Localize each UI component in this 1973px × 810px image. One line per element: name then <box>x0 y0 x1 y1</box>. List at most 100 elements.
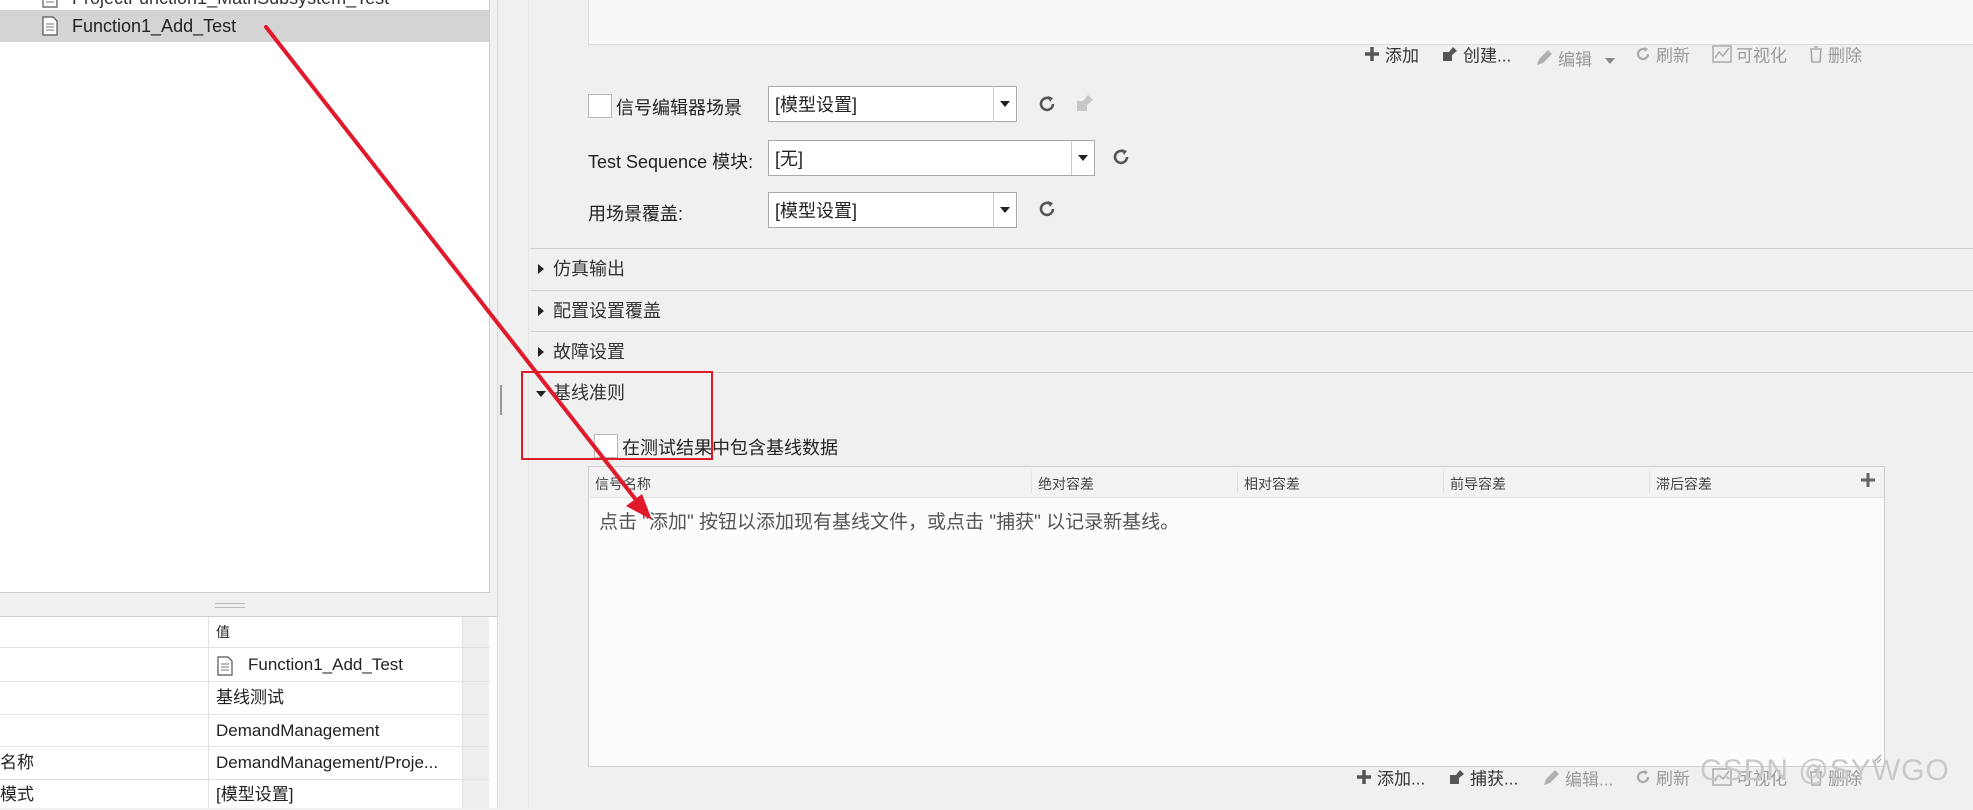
section-title: 故障设置 <box>553 342 625 362</box>
add-column-plus-icon[interactable] <box>1859 471 1877 492</box>
edit-label: 编辑... <box>1565 770 1614 790</box>
pencil-icon <box>1541 768 1561 794</box>
caret-right-icon <box>538 264 544 274</box>
pane-splitter-handle[interactable] <box>215 603 245 608</box>
property-value: 基线测试 <box>216 688 284 707</box>
column-divider <box>1237 471 1238 493</box>
property-row[interactable]: 名称 DemandManagement/Proje... <box>0 747 490 780</box>
inputs-list-box <box>588 0 1973 45</box>
column-header-rel-tol[interactable]: 相对容差 <box>1244 474 1300 494</box>
trash-icon <box>1808 45 1824 69</box>
delete-label: 删除 <box>1828 46 1862 66</box>
open-external-icon <box>1074 92 1096 119</box>
section-title: 配置设置覆盖 <box>553 301 661 321</box>
scenario-override-label: 用场景覆盖: <box>588 204 684 224</box>
visualize-label: 可视化 <box>1736 46 1787 66</box>
pencil-icon <box>1534 48 1554 74</box>
test-sequence-select[interactable]: [无] <box>768 140 1095 176</box>
tree-item-function1-add-test[interactable]: Function1_Add_Test <box>0 10 489 42</box>
refresh-icon <box>1634 768 1652 792</box>
scroll-spacer <box>462 715 489 746</box>
plus-icon <box>1355 768 1373 792</box>
column-header-lag-tol[interactable]: 滞后容差 <box>1656 474 1712 494</box>
baseline-capture-button[interactable]: 捕获... <box>1448 768 1518 790</box>
signal-editor-scenario-select[interactable]: [模型设置] <box>768 86 1017 122</box>
property-value: Function1_Add_Test <box>248 655 403 674</box>
watermark-text: CSDN @SYWGO <box>1700 754 1950 787</box>
property-value: [模型设置] <box>216 785 294 804</box>
property-row[interactable]: DemandManagement <box>0 715 490 747</box>
create-label: 创建... <box>1463 46 1512 66</box>
add-label: 添加 <box>1385 46 1419 66</box>
create-button[interactable]: 创建... <box>1441 45 1511 67</box>
baseline-table-header: 信号名称 绝对容差 相对容差 前导容差 滞后容差 <box>589 467 1884 498</box>
plus-icon <box>1363 45 1381 69</box>
select-value: [无] <box>775 149 804 169</box>
tree-item-label: Function1_Add_Test <box>72 16 237 36</box>
edit-dropdown-button[interactable]: 编辑 <box>1534 48 1615 70</box>
column-header-abs-tol[interactable]: 绝对容差 <box>1038 474 1094 494</box>
column-divider <box>1649 471 1650 493</box>
section-config-override[interactable]: 配置设置覆盖 <box>530 290 1973 331</box>
signal-editor-checkbox[interactable] <box>588 94 612 118</box>
property-value-header: 值 <box>216 624 230 640</box>
chevron-down-icon <box>993 87 1016 121</box>
baseline-refresh-button[interactable]: 刷新 <box>1634 768 1690 790</box>
property-row[interactable]: 基线测试 <box>0 682 490 715</box>
scenario-override-select[interactable]: [模型设置] <box>768 192 1017 228</box>
export-arrow-icon <box>1441 45 1459 69</box>
select-value: [模型设置] <box>775 201 858 221</box>
baseline-edit-button[interactable]: 编辑... <box>1541 768 1613 790</box>
chart-icon <box>1712 45 1732 69</box>
export-arrow-icon <box>1448 768 1466 792</box>
delete-button[interactable]: 删除 <box>1808 45 1862 67</box>
property-value: DemandManagement <box>216 721 380 740</box>
column-divider <box>1443 471 1444 493</box>
scroll-spacer <box>462 617 489 647</box>
scroll-spacer <box>462 780 489 808</box>
annotation-highlight-box <box>521 371 713 460</box>
baseline-add-button[interactable]: 添加... <box>1355 768 1425 790</box>
refresh-icon[interactable] <box>1036 93 1058 120</box>
column-header-signal-name[interactable]: 信号名称 <box>595 474 651 494</box>
section-title: 仿真输出 <box>553 259 625 279</box>
property-table: 值 Function1_Add_Test 基线测试 DemandManageme… <box>0 616 497 808</box>
chevron-down-icon <box>993 193 1016 227</box>
scroll-spacer <box>462 747 489 779</box>
property-header-row: 值 <box>0 617 490 648</box>
refresh-icon[interactable] <box>1036 198 1058 225</box>
chevron-down-icon <box>1604 58 1615 64</box>
column-header-lead-tol[interactable]: 前导容差 <box>1450 474 1506 494</box>
visualize-button[interactable]: 可视化 <box>1712 45 1787 67</box>
capture-label: 捕获... <box>1470 769 1519 789</box>
property-key-header <box>0 617 209 647</box>
scroll-spacer <box>462 648 489 681</box>
column-divider <box>1031 471 1032 493</box>
property-key <box>0 648 209 681</box>
add-button[interactable]: 添加 <box>1363 45 1419 67</box>
edit-label: 编辑 <box>1558 50 1592 70</box>
section-baseline-criteria[interactable]: 基线准则 <box>530 372 1973 413</box>
refresh-icon[interactable] <box>1110 146 1132 173</box>
section-fault-settings[interactable]: 故障设置 <box>530 331 1973 372</box>
caret-right-icon <box>538 347 544 357</box>
property-key <box>0 715 209 746</box>
refresh-icon <box>1634 45 1652 69</box>
refresh-label: 刷新 <box>1656 46 1690 66</box>
property-key: 名称 <box>0 747 209 779</box>
add-label: 添加... <box>1377 769 1426 789</box>
property-key <box>0 682 209 714</box>
refresh-button[interactable]: 刷新 <box>1634 45 1690 67</box>
scroll-spacer <box>462 682 489 714</box>
select-value: [模型设置] <box>775 95 858 115</box>
signal-editor-label: 信号编辑器场景 <box>616 98 742 118</box>
section-sim-output[interactable]: 仿真输出 <box>530 248 1973 289</box>
chevron-down-icon <box>1071 141 1094 175</box>
property-key: 模式 <box>0 780 209 808</box>
property-row[interactable]: Function1_Add_Test <box>0 648 490 682</box>
document-icon <box>42 14 58 46</box>
vertical-splitter-handle[interactable] <box>500 385 502 415</box>
refresh-label: 刷新 <box>1656 769 1690 789</box>
caret-right-icon <box>538 306 544 316</box>
property-row[interactable]: 模式 [模型设置] <box>0 780 490 808</box>
